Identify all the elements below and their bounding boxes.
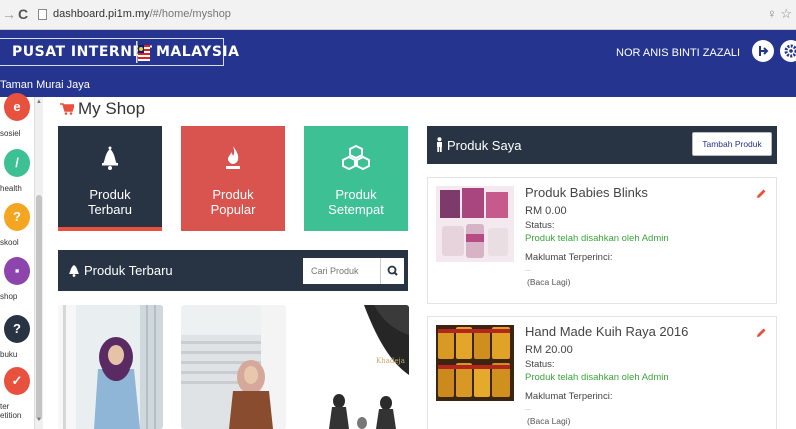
settings-button[interactable]: [780, 40, 796, 62]
status-label: Status:: [525, 220, 555, 231]
read-more-link[interactable]: (Baca Lagi): [527, 277, 570, 287]
gear-icon: [784, 44, 796, 58]
shopping-cart-icon: [60, 103, 74, 115]
product-thumbnail[interactable]: [436, 186, 514, 262]
tile-produk-terbaru[interactable]: Produk Terbaru: [58, 126, 162, 231]
product-price: RM 0.00: [525, 205, 567, 217]
hijab-catalog-image: Khadeja: [304, 305, 409, 429]
sidebar-label: health: [0, 184, 22, 193]
scroll-up-icon[interactable]: ▲: [35, 99, 43, 105]
section-title: Produk Saya: [447, 138, 522, 153]
product-thumbnail[interactable]: [436, 325, 514, 401]
product-name[interactable]: Hand Made Kuih Raya 2016: [525, 324, 688, 339]
app-sidebar: e sosiel / health ? skool ▪ shop ? buku …: [0, 93, 34, 429]
status-label: Status:: [525, 359, 555, 370]
logout-button[interactable]: [752, 40, 774, 62]
tile-line1: Produk: [212, 187, 254, 202]
app-shop-icon: ▪: [4, 257, 30, 285]
pencil-icon[interactable]: [755, 327, 767, 339]
scroll-down-icon[interactable]: ▼: [35, 417, 43, 423]
sidebar-label: buku: [0, 350, 18, 359]
logo-text-left: PUSAT INTERNET: [12, 44, 153, 60]
flag-icon: [136, 41, 150, 63]
cubes-icon: [342, 144, 370, 170]
search-input[interactable]: [303, 258, 381, 284]
tile-produk-setempat[interactable]: Produk Setempat: [304, 126, 408, 231]
product-photo[interactable]: Khadeja: [304, 305, 409, 429]
produk-terbaru-header: Produk Terbaru: [58, 250, 408, 291]
tile-line2: Setempat: [328, 202, 384, 217]
logout-icon: [759, 46, 769, 56]
app-sosiel-icon: e: [4, 93, 30, 121]
bookmark-star-icon[interactable]: ♀ ☆: [767, 6, 792, 22]
bell-icon: [69, 265, 79, 277]
sidebar-scrollbar[interactable]: ▲ ▼: [34, 97, 43, 429]
detail-text: ...: [525, 266, 531, 273]
user-name[interactable]: NOR ANIS BINTI ZAZALI: [616, 47, 740, 59]
search-button[interactable]: [380, 258, 404, 284]
app-health-icon: /: [4, 149, 30, 177]
person-icon: [437, 137, 442, 152]
fire-icon: [226, 146, 240, 169]
page-title: My Shop: [78, 99, 146, 118]
hijab-model-image: [58, 305, 163, 429]
logo-text-right: MALAYSIA: [156, 44, 240, 60]
url-host: dashboard.pi1m.my: [53, 8, 150, 20]
add-product-button[interactable]: Tambah Produk: [692, 132, 772, 156]
product-card[interactable]: Hand Made Kuih Raya 2016 RM 20.00 Status…: [427, 316, 777, 429]
bell-icon: [102, 146, 118, 170]
browser-toolbar: → C dashboard.pi1m.my/#/home/myshop ♀ ☆: [0, 0, 796, 30]
pencil-icon[interactable]: [755, 188, 767, 200]
reload-icon[interactable]: C: [18, 7, 28, 21]
read-more-link[interactable]: (Baca Lagi): [527, 416, 570, 426]
product-photo[interactable]: [58, 305, 163, 429]
product-name[interactable]: Produk Babies Blinks: [525, 185, 648, 200]
detail-label: Maklumat Terperinci:: [525, 252, 613, 263]
sidebar-label: skool: [0, 238, 19, 247]
brand-logo[interactable]: PUSAT INTERNET MALAYSIA: [0, 38, 239, 66]
produk-saya-header: Produk Saya Tambah Produk: [427, 126, 777, 164]
forward-icon[interactable]: →: [2, 7, 16, 21]
app-competition-icon: ✓: [4, 367, 30, 395]
search-icon: [387, 265, 398, 276]
hijab-model-image: [181, 305, 286, 429]
page-icon: [38, 9, 47, 20]
detail-text: ...: [525, 405, 531, 412]
app-buku-icon: ?: [4, 315, 30, 343]
location-label: Taman Murai Jaya: [0, 79, 90, 91]
section-title: Produk Terbaru: [84, 263, 173, 278]
tile-line1: Produk: [335, 187, 377, 202]
product-price: RM 20.00: [525, 344, 573, 356]
tile-line1: Produk: [89, 187, 131, 202]
brand-watermark: Khadeja: [376, 357, 405, 365]
sidebar-label: ter etition: [0, 402, 22, 420]
tile-produk-popular[interactable]: Produk Popular: [181, 126, 285, 231]
tile-line2: Popular: [210, 202, 256, 217]
status-text: Produk telah disahkan oleh Admin: [525, 372, 669, 383]
address-bar[interactable]: dashboard.pi1m.my/#/home/myshop: [53, 8, 231, 20]
app-header: PUSAT INTERNET MALAYSIA Taman Murai Jaya…: [0, 30, 796, 97]
detail-label: Maklumat Terperinci:: [525, 391, 613, 402]
product-card[interactable]: Produk Babies Blinks RM 0.00 Status: Pro…: [427, 177, 777, 304]
kuih-raya-image: [436, 325, 514, 401]
tile-line2: Terbaru: [87, 202, 133, 217]
sidebar-label: shop: [0, 292, 18, 301]
product-photo[interactable]: [181, 305, 286, 429]
sidebar-label: sosiel: [0, 129, 21, 138]
url-path: /#/home/myshop: [149, 8, 231, 20]
tile-label: Produk Popular: [181, 187, 285, 217]
tile-label: Produk Setempat: [304, 187, 408, 217]
scroll-thumb[interactable]: [36, 195, 42, 420]
app-skool-icon: ?: [4, 203, 30, 231]
tile-label: Produk Terbaru: [58, 187, 162, 217]
babies-blinks-image: [436, 186, 514, 262]
status-text: Produk telah disahkan oleh Admin: [525, 233, 669, 244]
